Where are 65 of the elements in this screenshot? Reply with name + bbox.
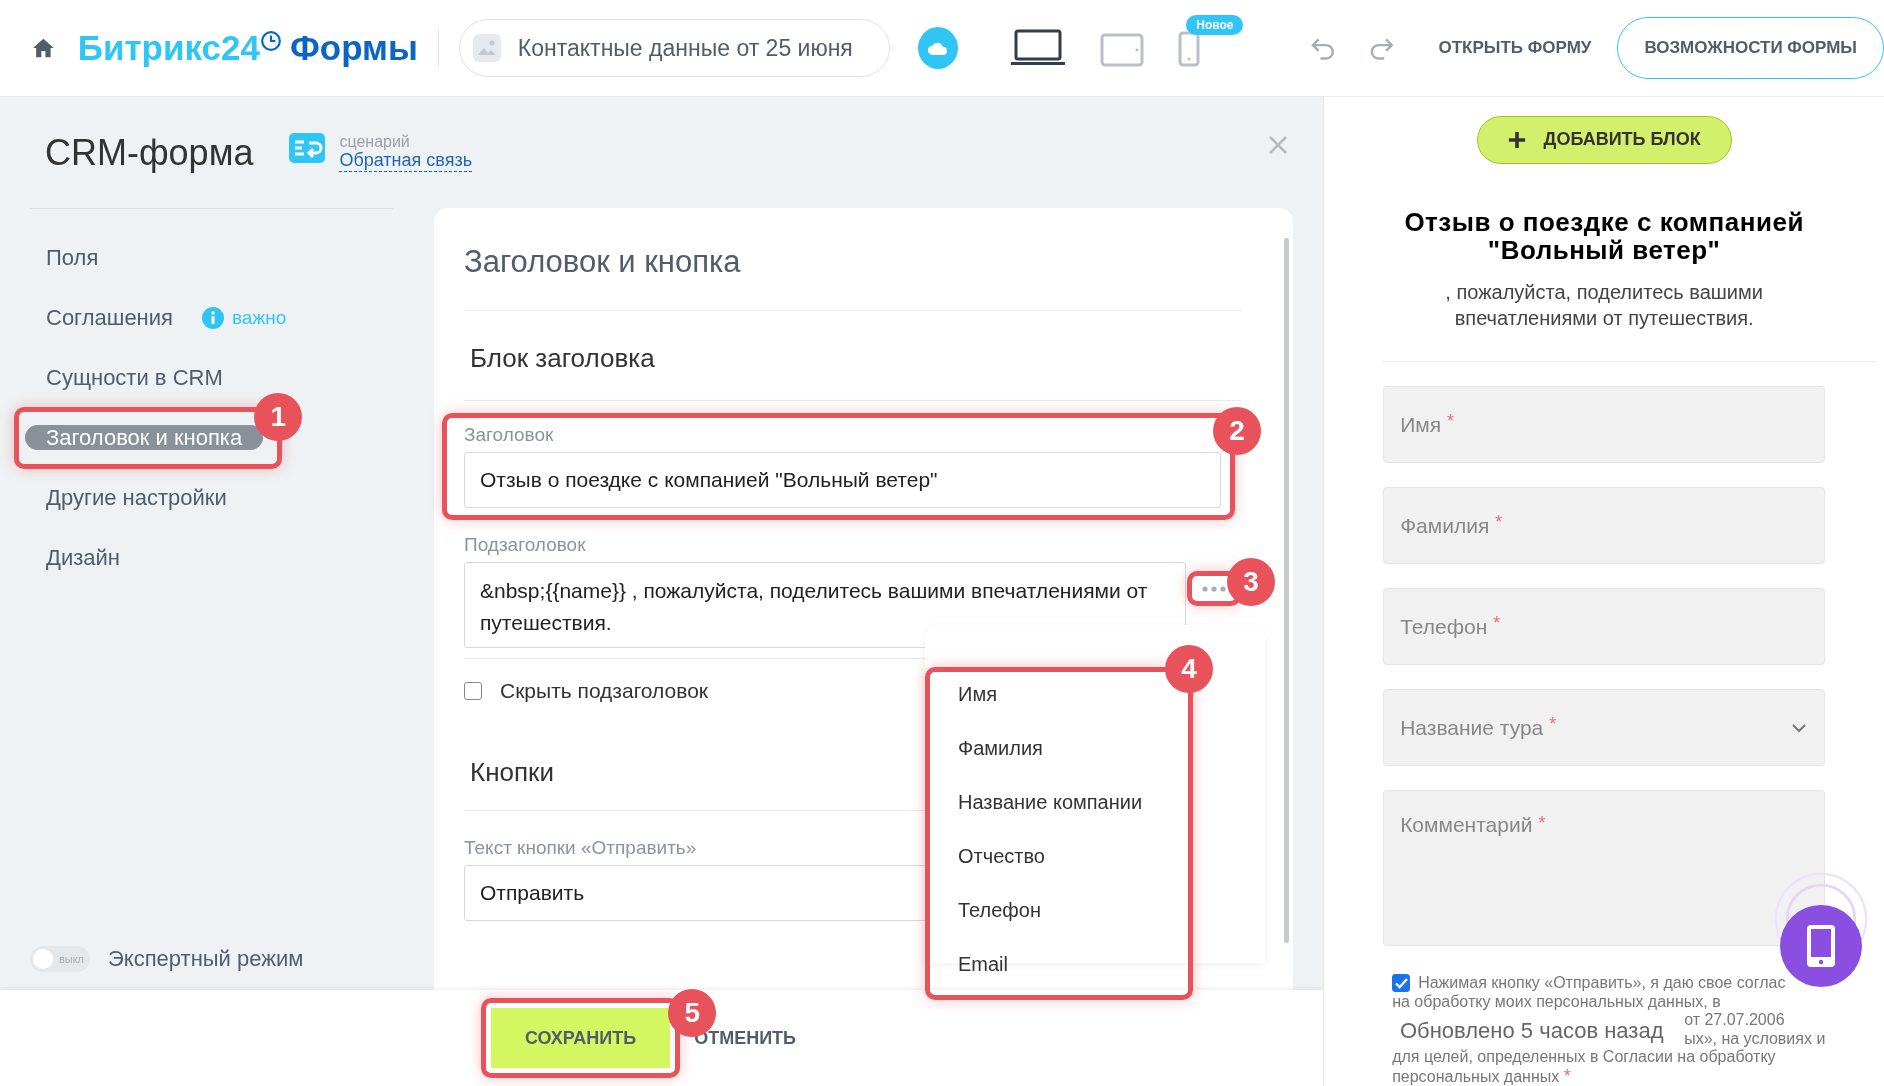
consent-text: от 27.07.2006 [1684, 1011, 1785, 1030]
expert-mode-label: Экспертный режим [108, 946, 304, 972]
form-input[interactable]: Имя * [1383, 386, 1826, 463]
close-icon[interactable] [1268, 135, 1288, 155]
chevron-icon [1792, 724, 1807, 733]
logo-brand: Битрикс24 [77, 28, 260, 68]
scenario-link[interactable]: Обратная связь [339, 151, 473, 172]
new-badge: Новое [1186, 15, 1244, 35]
check-icon [1394, 977, 1408, 989]
phone-icon [1806, 924, 1836, 968]
consent-text: Нажимая кнопку «Отправить», я даю свое соглас [1418, 974, 1786, 993]
consent-text: для целей, определенных в Согласии на обработку [1392, 1048, 1776, 1067]
section-heading: Блок заголовка [470, 343, 655, 374]
add-block-button[interactable]: ДОБАВИТЬ БЛОК [1476, 116, 1732, 164]
consent-text: на обработку моих персональных данных, в [1392, 992, 1721, 1011]
clock-icon [259, 30, 282, 52]
card-title: Заголовок и кнопка [464, 244, 741, 280]
consent-text: ых», на условиях и [1684, 1029, 1826, 1048]
sidebar-item[interactable]: Заголовок и кнопка [25, 425, 264, 450]
phone-icon[interactable] [1178, 31, 1201, 67]
sidebar-item[interactable]: Другие настройки [25, 476, 248, 520]
form-input[interactable]: Телефон * [1383, 588, 1826, 665]
form-type-title: CRM-форма [45, 131, 254, 174]
scenario-label: сценарий [339, 133, 411, 152]
laptop-icon[interactable] [1010, 29, 1067, 67]
scenario-icon [289, 132, 326, 163]
checkbox-label: Скрыть подзаголовок [500, 679, 709, 703]
subtitle-field[interactable]: &nbsp;{{name}} , пожалуйста, поделитесь вашими впечатлениями от путешествия. [464, 562, 1187, 648]
callout-number: 1 [254, 393, 303, 441]
menu-item[interactable]: Email [930, 942, 1188, 996]
open-form-link[interactable]: ОТКРЫТЬ ФОРМУ [1438, 38, 1592, 58]
more-icon[interactable] [1202, 585, 1227, 592]
callout-number: 4 [1165, 645, 1213, 693]
scrollbar[interactable] [1284, 238, 1289, 943]
undo-icon[interactable] [1310, 36, 1337, 60]
field-label: Текст кнопки «Отправить» [464, 837, 697, 859]
callout-number: 3 [1227, 558, 1275, 606]
form-textarea[interactable]: Комментарий * [1383, 790, 1826, 946]
cloud-icon [927, 40, 950, 56]
field-label: Подзаголовок [464, 534, 586, 556]
logo-product: Формы [289, 28, 418, 68]
form-input[interactable]: Фамилия * [1383, 487, 1826, 564]
sidebar-item[interactable]: Дизайн [25, 536, 141, 580]
image-icon [471, 33, 502, 63]
sidebar-item[interactable]: Поля [25, 236, 120, 280]
tablet-icon[interactable] [1100, 33, 1145, 67]
cloud-button[interactable] [918, 27, 959, 69]
form-subtitle: , пожалуйста, поделитесь вашими впечатлениями от путешествия. [1444, 280, 1764, 331]
sidebar-item[interactable]: Соглашения [25, 296, 194, 340]
sidebar-item[interactable]: Сущности в CRM [25, 356, 244, 400]
save-button[interactable]: СОХРАНИТЬ [491, 1008, 671, 1068]
checkbox[interactable] [464, 682, 482, 700]
menu-item[interactable]: Фамилия [930, 726, 1188, 780]
menu-item[interactable]: Название компании [930, 780, 1188, 834]
plus-icon [1507, 130, 1526, 149]
field-label: Заголовок [464, 424, 554, 446]
form-title: Отзыв о поездке с компанией "Вольный ветер" [1403, 207, 1805, 265]
callout-number: 2 [1213, 407, 1261, 455]
title-field[interactable]: Отзыв о поездке с компанией "Вольный ветер" [464, 452, 1221, 508]
consent-text: персональных данных * [1392, 1066, 1571, 1086]
form-select[interactable]: Название тура * [1383, 689, 1826, 766]
info-icon [202, 307, 224, 329]
consent-checkbox[interactable] [1392, 974, 1411, 993]
section-heading: Кнопки [470, 757, 554, 788]
form-features-button[interactable]: ВОЗМОЖНОСТИ ФОРМЫ [1617, 17, 1884, 79]
